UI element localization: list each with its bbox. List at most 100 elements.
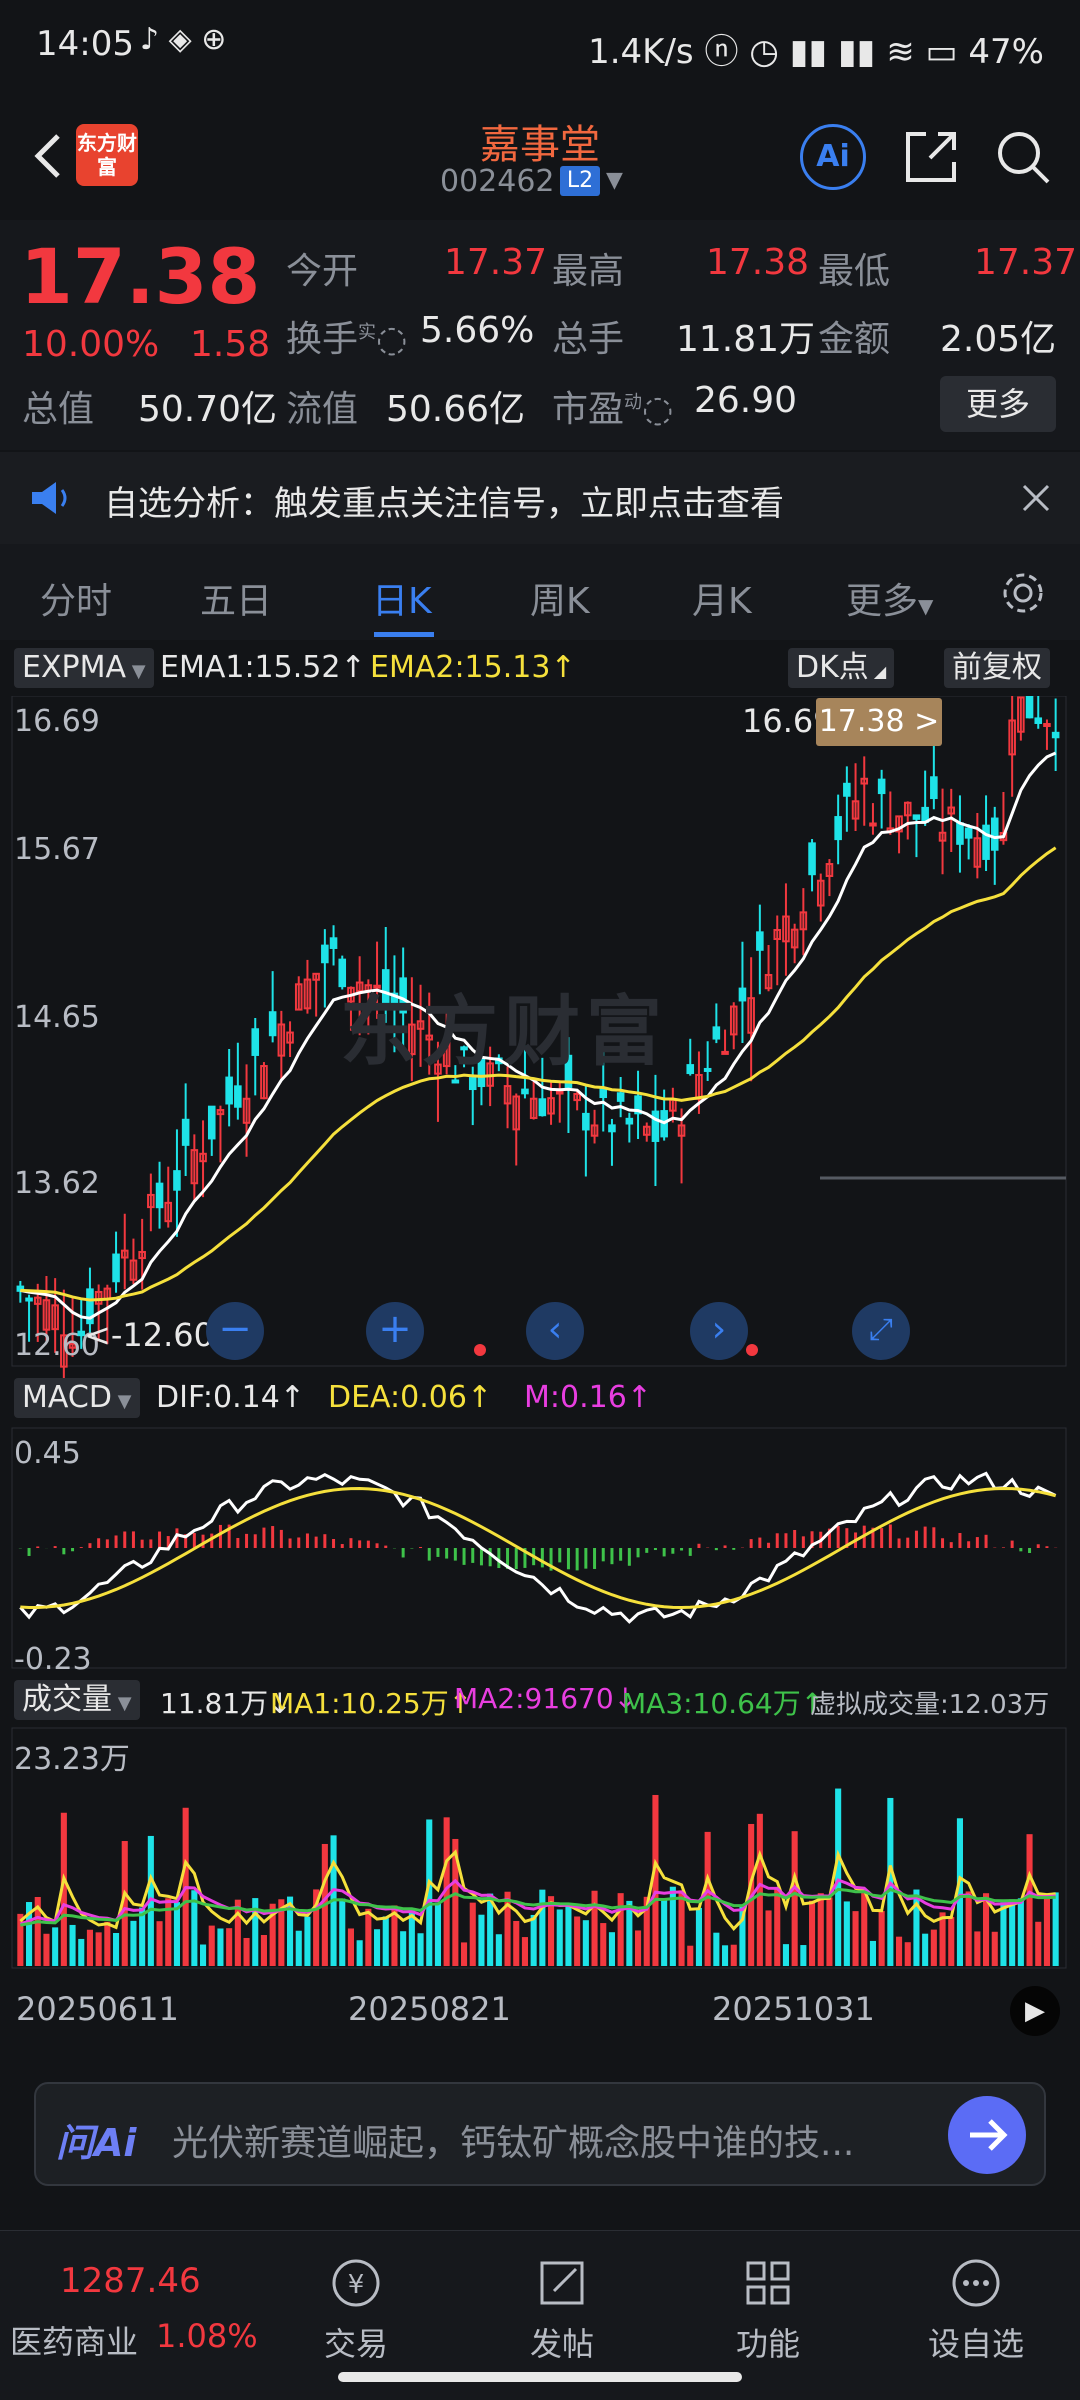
candle (207, 1105, 216, 1140)
share-icon[interactable] (900, 126, 962, 188)
volume-bar (374, 1929, 381, 1966)
volume-bar (948, 1916, 955, 1966)
volume-bar (217, 1928, 224, 1966)
low-label: 最低 (818, 251, 891, 292)
l2-badge[interactable]: L2 (560, 166, 600, 196)
tab-daily-k[interactable]: 日K (372, 572, 432, 624)
index-value[interactable]: 1287.46 (60, 2261, 201, 2301)
close-icon[interactable] (1020, 482, 1052, 514)
index-name[interactable]: 医药商业 (10, 2317, 138, 2363)
change-percent: 10.00% (22, 324, 160, 365)
volume-bar (113, 1932, 120, 1966)
adjust-button[interactable]: 前复权 (944, 648, 1050, 688)
plus-icon: + (378, 1306, 412, 1352)
pan-left-button[interactable]: ‹ (526, 1302, 584, 1360)
candle (268, 1011, 277, 1037)
candle (321, 944, 329, 964)
volume-bar (661, 1899, 668, 1966)
grid-icon (746, 2261, 790, 2305)
caret-down-icon: ▼ (918, 594, 934, 618)
volume-bar (826, 1897, 833, 1966)
nav-functions[interactable]: 功能 (708, 2255, 828, 2365)
volume-value: 11.81万 (676, 319, 816, 360)
app-notification-icons: ♪ ◈ ⊕ (140, 22, 227, 57)
indicator-selector[interactable]: EXPMA ▼ (14, 648, 154, 688)
kline-chart-area[interactable]: EXPMA ▼ EMA1:15.52↑ EMA2:15.13↑ DK点 ◢ 前复… (0, 640, 1080, 2050)
volume-bar (765, 1910, 772, 1966)
notice-bar[interactable]: 自选分析：触发重点关注信号，立即点击查看 (0, 452, 1080, 544)
volume-bar (574, 1916, 581, 1966)
pe-label: 市盈动◌ (552, 389, 674, 430)
volume-bar (608, 1932, 615, 1966)
settings-gear-icon[interactable] (998, 568, 1048, 618)
candle (930, 776, 938, 800)
float-label: 流值 (286, 389, 359, 430)
tab-weekly-k[interactable]: 周K (530, 572, 590, 624)
volume-bar (1009, 1899, 1016, 1966)
pan-right-button[interactable]: › (690, 1302, 748, 1360)
candle (616, 1092, 625, 1102)
mktcap-label: 总值 (22, 389, 95, 430)
volume-bar (774, 1888, 781, 1966)
chart-canvas[interactable] (0, 696, 1080, 2026)
m-legend: M:0.16↑ (524, 1380, 652, 1415)
volume-bar (791, 1831, 798, 1966)
volume-bar (626, 1900, 633, 1966)
last-price-tag[interactable]: 17.38 > (816, 698, 942, 746)
volume-bar (1035, 1921, 1042, 1966)
ai-send-button[interactable] (948, 2096, 1026, 2174)
y-tick-1: 16.69 (14, 704, 100, 739)
ai-button[interactable]: Ai (800, 124, 866, 190)
min-price-label: <-12.60 (84, 1316, 214, 1354)
mktcap-value: 50.70亿 (138, 389, 278, 430)
volume-selector[interactable]: 成交量 ▼ (14, 1680, 140, 1720)
candle (651, 1110, 660, 1142)
tab-monthly-k[interactable]: 月K (692, 572, 752, 624)
tab-more[interactable]: 更多▼ (846, 572, 933, 624)
volume-bar (965, 1891, 972, 1966)
macd-selector[interactable]: MACD ▼ (14, 1378, 140, 1418)
nav-add-watchlist[interactable]: 设自选 (916, 2255, 1036, 2365)
candle (521, 1088, 529, 1095)
volume-bar (295, 1930, 302, 1966)
ai-question-bar[interactable]: 问Ai 光伏新赛道崛起，钙钛矿概念股中谁的技... (34, 2082, 1046, 2186)
volume-bar (617, 1893, 624, 1966)
volume-bar (1052, 1892, 1059, 1966)
volume-bar (904, 1942, 911, 1966)
volume-bar (52, 1927, 59, 1966)
network-speed: 1.4K/s (588, 32, 694, 72)
nav-post[interactable]: 发帖 (502, 2255, 622, 2365)
volume-bar (356, 1940, 363, 1966)
candle (686, 1064, 695, 1075)
volume-bar (635, 1930, 642, 1966)
candle (181, 1118, 190, 1146)
chevron-down-icon[interactable]: ▼ (606, 168, 623, 193)
fullscreen-button[interactable]: ⤢ (852, 1302, 910, 1360)
tab-five-day[interactable]: 五日 (200, 572, 272, 624)
volume-bar (565, 1904, 572, 1966)
candle (173, 1170, 181, 1191)
volume-bar (591, 1890, 598, 1966)
volume-bar (835, 1788, 842, 1966)
ai-input-placeholder[interactable]: 光伏新赛道崛起，钙钛矿概念股中谁的技... (172, 2114, 854, 2166)
volume-bar (365, 1908, 372, 1966)
zoom-out-button[interactable]: − (206, 1302, 264, 1360)
volume-bar (339, 1898, 346, 1966)
high-label: 最高 (552, 251, 625, 292)
zoom-in-button[interactable]: + (366, 1302, 424, 1360)
tab-intraday[interactable]: 分时 (40, 572, 112, 624)
search-icon[interactable] (992, 126, 1054, 188)
volume-bar (878, 1911, 885, 1966)
volume-bar (495, 1934, 502, 1966)
scroll-latest-button[interactable]: ▶ (1010, 1986, 1060, 2036)
candle (1025, 696, 1034, 719)
volume-bar (304, 1916, 311, 1966)
volume-bar (582, 1920, 589, 1966)
nav-trade[interactable]: ¥ 交易 (296, 2255, 416, 2365)
candle (538, 1098, 547, 1117)
dk-point-button[interactable]: DK点 ◢ (788, 648, 895, 688)
volume-bar (600, 1923, 607, 1966)
volume-bar (530, 1914, 537, 1966)
more-button[interactable]: 更多 (940, 376, 1056, 432)
volume-bar (852, 1911, 859, 1966)
